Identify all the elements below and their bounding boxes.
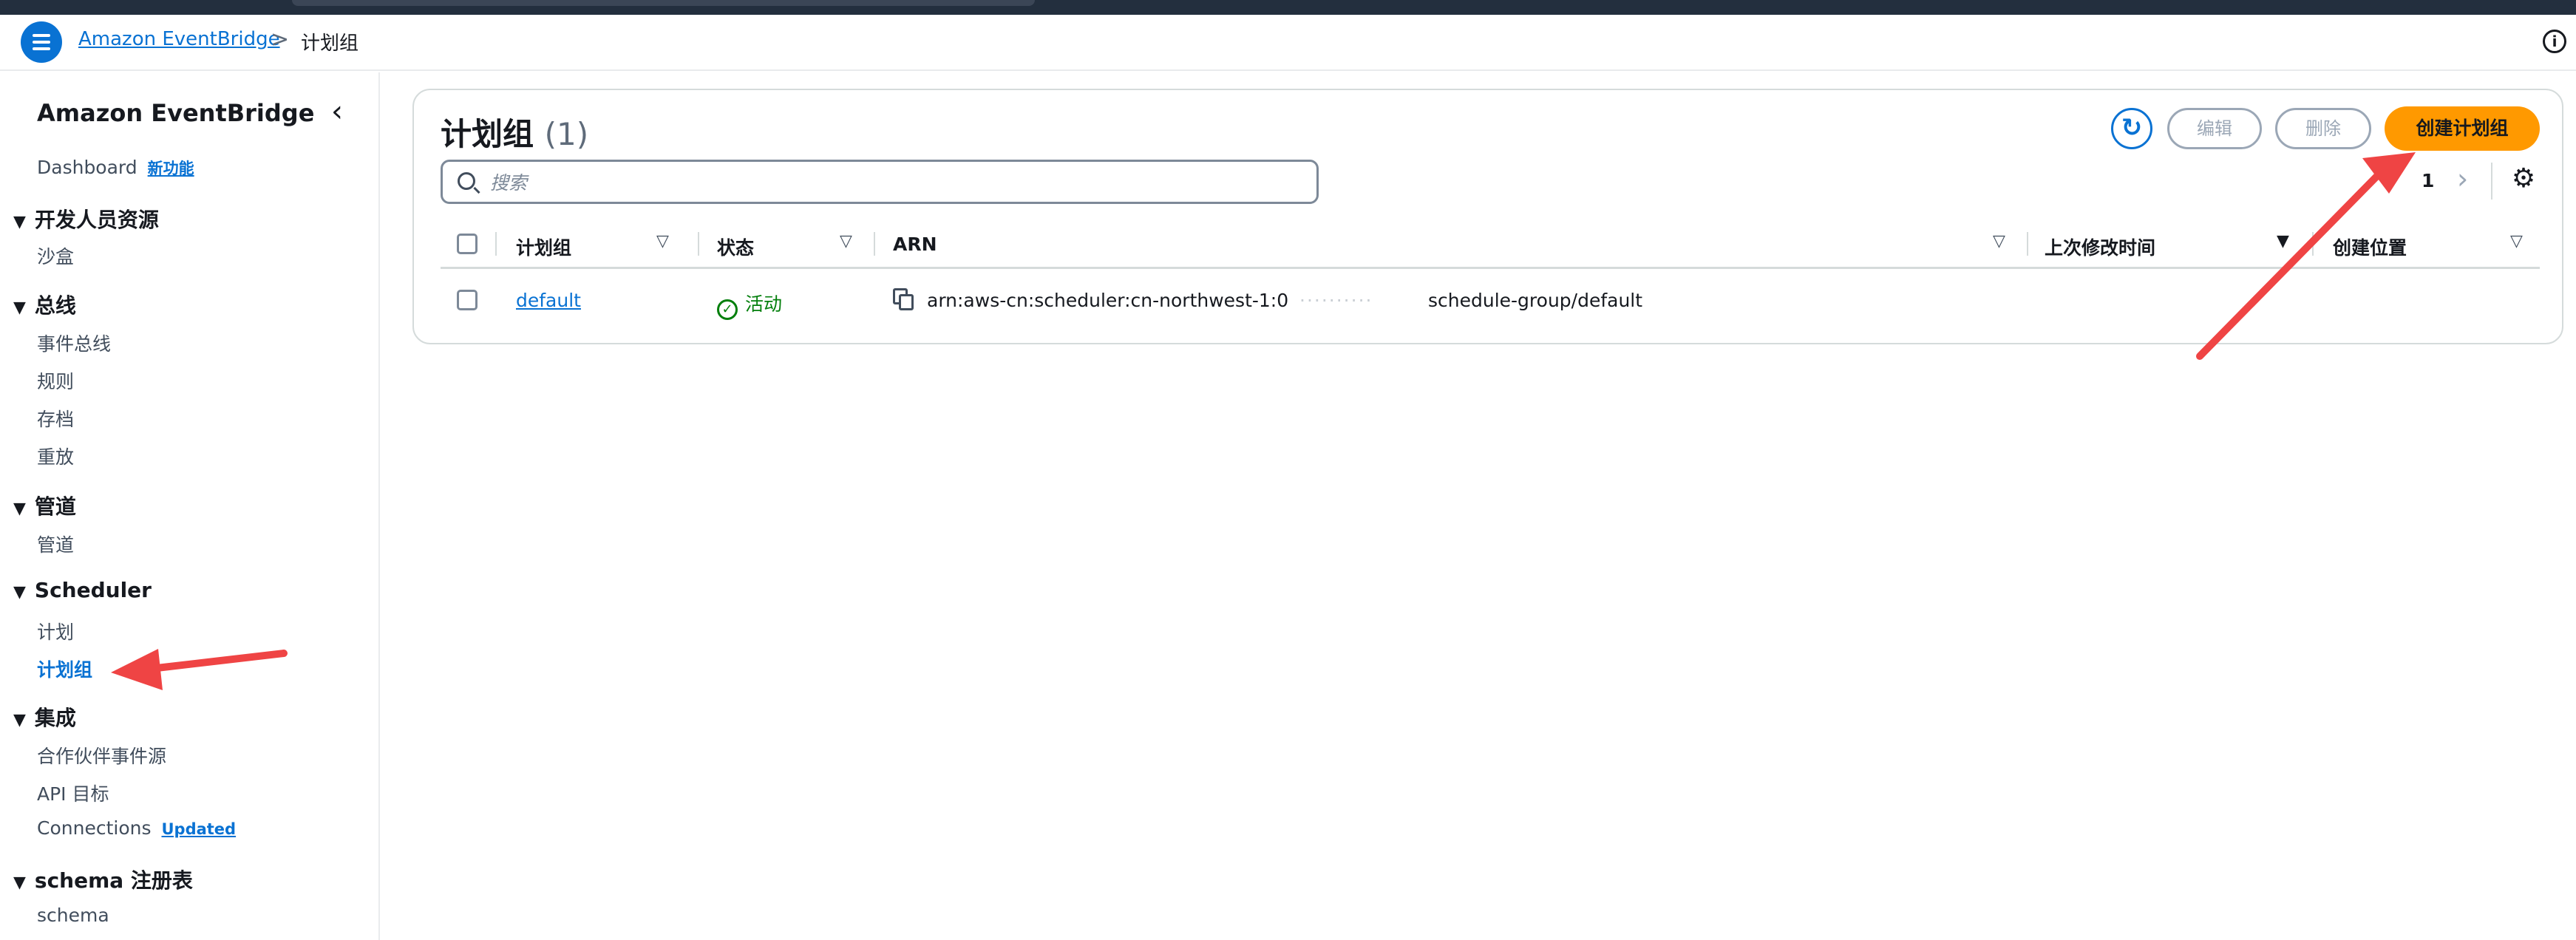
annotation-arrow-to-schedule-groups [111,649,288,690]
annotation-arrow-to-create-button [2196,152,2416,360]
annotation-arrows [111,152,2416,690]
